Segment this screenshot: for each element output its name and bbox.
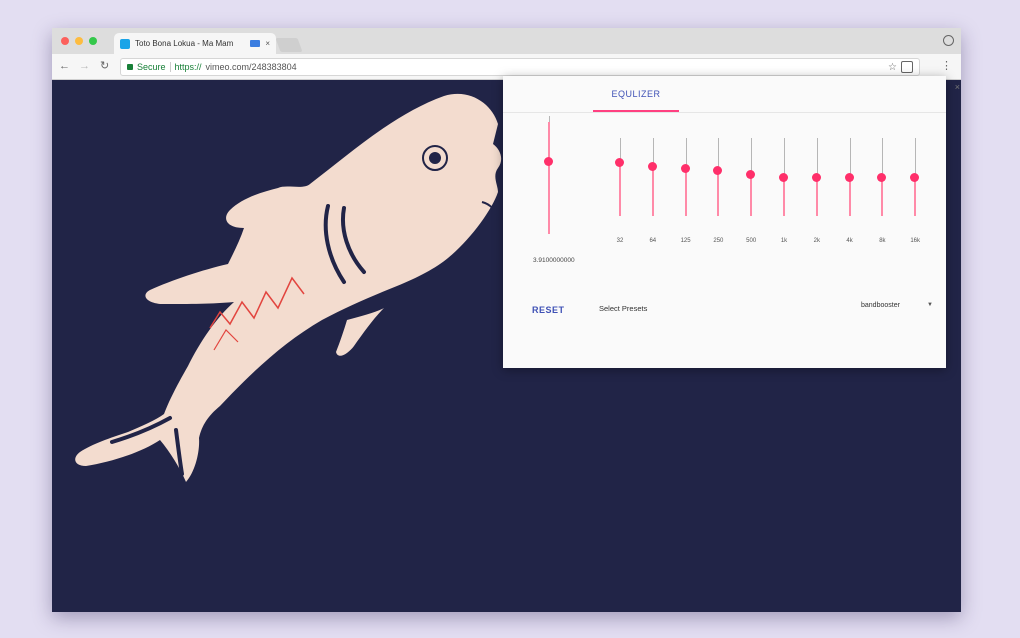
shark-pupil (429, 152, 441, 164)
tab-close-icon[interactable]: × (265, 39, 270, 48)
band-slider-tick (849, 138, 851, 178)
band-slider-thumb[interactable] (910, 173, 920, 183)
popup-divider (503, 112, 946, 113)
band-slider-track (684, 168, 687, 216)
band-slider-tick (915, 138, 917, 178)
chevron-down-icon[interactable]: ▼ (927, 302, 933, 308)
band-label: 125 (680, 238, 691, 244)
band-slider-32[interactable] (615, 138, 625, 216)
band-slider-thumb[interactable] (746, 170, 756, 180)
reload-button[interactable]: ↻ (100, 59, 109, 73)
band-slider-track (783, 177, 785, 216)
bookmark-star-icon[interactable]: ☆ (888, 62, 897, 73)
maximize-window-icon[interactable] (89, 37, 97, 45)
band-slider-track (848, 177, 851, 216)
tab-title: Toto Bona Lokua - Ma Mam (135, 39, 234, 48)
band-label: 4k (846, 238, 853, 244)
url-scheme: https:// (174, 62, 202, 72)
address-bar[interactable]: Secure https://vimeo.com/248383804 ☆ (120, 58, 920, 76)
audio-playing-icon (250, 40, 261, 47)
close-window-icon[interactable] (61, 37, 69, 45)
band-slider-250[interactable] (713, 138, 723, 216)
new-tab-button[interactable] (275, 38, 303, 52)
gain-value: 3.9100000000 (533, 257, 575, 264)
tab-equalizer[interactable]: EQULIZER (593, 76, 679, 112)
band-slider-track (881, 177, 884, 216)
gain-slider-track (548, 122, 550, 234)
band-label: 250 (713, 238, 724, 244)
band-slider-track (914, 177, 917, 216)
band-label: 16k (910, 238, 921, 244)
band-slider-8k[interactable] (877, 138, 887, 216)
equalizer-extension-icon[interactable] (901, 61, 913, 73)
band-slider-track (815, 177, 818, 216)
band-slider-1k[interactable] (779, 138, 789, 216)
band-slider-16k[interactable] (910, 138, 920, 216)
band-slider-thumb[interactable] (615, 158, 624, 168)
secure-label: Secure (137, 62, 166, 72)
band-slider-64[interactable] (647, 138, 658, 216)
band-slider-thumb[interactable] (680, 163, 690, 173)
preset-label: Select Presets (599, 304, 648, 313)
band-slider-track (651, 166, 654, 216)
band-slider-thumb[interactable] (647, 161, 657, 171)
band-slider-500[interactable] (746, 138, 756, 216)
forward-button[interactable]: → (79, 59, 90, 73)
popup-close-icon[interactable]: × (955, 82, 960, 92)
band-slider-tick (816, 138, 818, 178)
band-label: 500 (746, 238, 757, 244)
equalizer-popup: EQULIZER × 3.9100000000 32 64 125 250 500 1k 2… (503, 76, 960, 368)
shark-pectoral-fin (336, 308, 384, 356)
lock-icon (127, 64, 133, 70)
band-label: 64 (649, 238, 657, 244)
tab-strip: Toto Bona Lokua - Ma Mam × (52, 28, 961, 54)
address-separator (169, 62, 171, 72)
band-label: 32 (616, 238, 624, 244)
band-slider-tick (751, 138, 753, 175)
band-slider-125[interactable] (680, 138, 691, 216)
band-slider-2k[interactable] (811, 138, 822, 216)
band-slider-thumb[interactable] (779, 173, 788, 183)
gain-slider-thumb[interactable] (544, 156, 553, 166)
band-slider-thumb[interactable] (713, 166, 723, 176)
band-label: 1k (780, 238, 788, 244)
browser-menu-icon[interactable]: ⋮ (941, 60, 952, 72)
band-label: 8k (879, 238, 886, 244)
band-slider-tick (882, 138, 884, 178)
gain-slider[interactable] (544, 116, 554, 234)
band-label: 2k (813, 238, 820, 244)
band-slider-track (619, 162, 621, 216)
band-slider-track (717, 170, 720, 216)
browser-tab[interactable]: Toto Bona Lokua - Ma Mam × (114, 33, 276, 54)
minimize-window-icon[interactable] (75, 37, 83, 45)
reset-button[interactable]: RESET (532, 305, 565, 315)
url-text: vimeo.com/248383804 (205, 62, 297, 72)
vimeo-favicon-icon (120, 38, 130, 49)
band-slider-track (750, 174, 753, 216)
band-slider-tick (784, 138, 785, 178)
band-slider-thumb[interactable] (811, 173, 821, 183)
band-slider-thumb[interactable] (877, 173, 887, 183)
preset-select[interactable]: bandbooster (861, 302, 900, 309)
back-button[interactable]: ← (59, 59, 70, 73)
band-slider-thumb[interactable] (844, 173, 854, 183)
band-slider-4k[interactable] (844, 138, 855, 216)
profile-icon[interactable] (943, 35, 954, 46)
